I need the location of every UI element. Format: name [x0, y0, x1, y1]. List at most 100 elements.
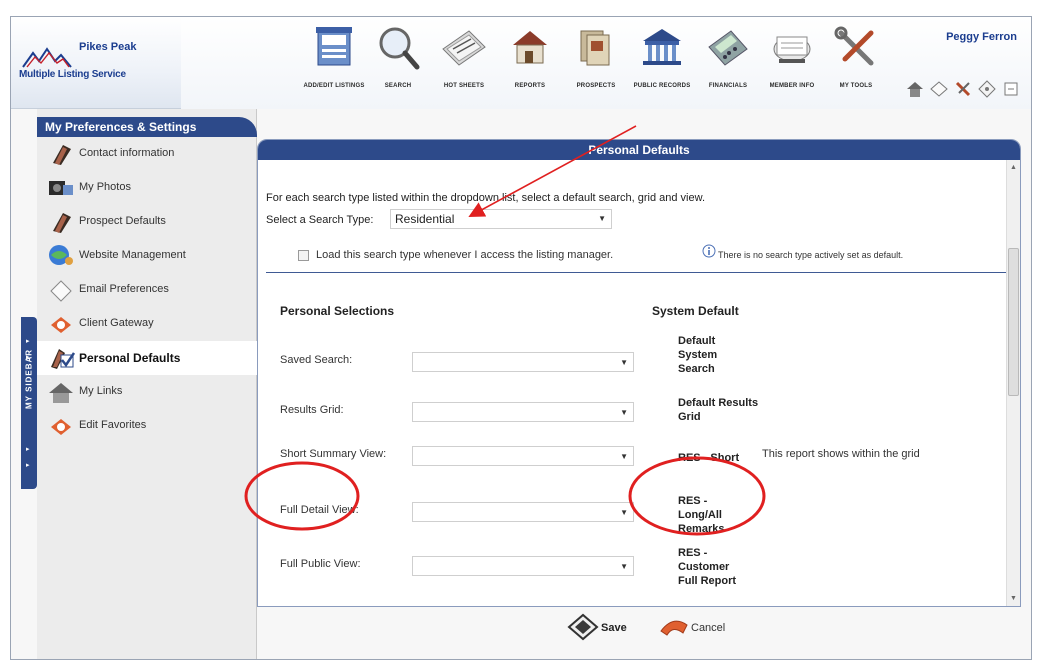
nav-reports[interactable]: REPORTS: [499, 23, 561, 105]
sidebar-item-client-gateway[interactable]: Client Gateway: [37, 307, 257, 341]
full-public-view-select[interactable]: ▼: [412, 556, 634, 576]
preferences-sidebar: My Preferences & Settings Contact inform…: [37, 109, 257, 659]
tools-icon: [834, 26, 874, 66]
cancel-button[interactable]: Cancel: [657, 613, 737, 641]
my-sidebar-toggle[interactable]: ▸ ▸ MY SIDEBAR ▸ ▸: [21, 317, 37, 489]
nav-label: ADD/EDIT LISTINGS: [303, 83, 365, 89]
logo-subtitle: Multiple Listing Service: [19, 69, 126, 80]
short-summary-view-label: Short Summary View:: [280, 448, 387, 460]
reports-house-icon: [513, 31, 547, 64]
top-header: Pikes Peak Multiple Listing Service Pegg…: [11, 17, 1031, 109]
user-name[interactable]: Peggy Ferron: [946, 31, 1017, 43]
load-search-type-checkbox[interactable]: [298, 250, 309, 261]
nav-public-records[interactable]: PUBLIC RECORDS: [631, 23, 693, 105]
book-icon: [53, 145, 71, 165]
sidebar-item-prospect-defaults[interactable]: Prospect Defaults: [37, 205, 257, 239]
search-type-select[interactable]: Residential ▼: [390, 209, 612, 229]
nav-financials[interactable]: FINANCIALS: [697, 23, 759, 105]
chevron-down-icon: ▼: [620, 452, 628, 461]
arrow-right-icon: ▸: [26, 446, 30, 453]
tag-icon[interactable]: [977, 79, 997, 99]
search-type-label: Select a Search Type:: [266, 214, 374, 226]
sidebar-item-label: Edit Favorites: [79, 419, 147, 431]
pikes-peak-logo[interactable]: Pikes Peak Multiple Listing Service: [17, 39, 177, 89]
nav-hot-sheets[interactable]: HOT SHEETS: [433, 23, 495, 105]
gateway-icon: [51, 317, 71, 333]
prospects-icon: [580, 30, 610, 66]
save-disk-icon: [567, 613, 599, 641]
sidebar-item-personal-defaults[interactable]: Personal Defaults: [37, 341, 257, 375]
nav-label: MEMBER INFO: [769, 83, 815, 89]
magnifier-icon: [379, 27, 420, 70]
nav-label: PUBLIC RECORDS: [633, 83, 691, 89]
sidebar-item-label: Website Management: [79, 249, 186, 261]
nav-prospects[interactable]: PROSPECTS: [565, 23, 627, 105]
main-nav: Peggy Ferron ADD/EDIT LISTINGS SEARCH HO…: [181, 17, 1031, 109]
chevron-down-icon: ▼: [598, 214, 606, 223]
divider: [266, 272, 1006, 273]
full-public-view-default: RES - Customer Full Report: [678, 547, 737, 587]
sidebar-item-my-photos[interactable]: My Photos: [37, 171, 257, 205]
sidebar-item-my-links[interactable]: My Links: [37, 375, 257, 409]
info-text: There is no search type actively set as …: [718, 250, 904, 260]
quick-icons: [905, 79, 1025, 101]
globe-people-icon: [49, 245, 73, 265]
book-icon: [53, 213, 71, 233]
personal-selections-heading: Personal Selections: [280, 304, 395, 318]
load-search-type-label: Load this search type whenever I access …: [316, 249, 614, 261]
chevron-down-icon: ▼: [620, 358, 628, 367]
nav-my-tools[interactable]: MY TOOLS: [825, 23, 887, 105]
mountain-logo-icon: [22, 47, 72, 68]
cancel-arrow-icon: [660, 620, 688, 636]
envelope-icon[interactable]: [929, 79, 949, 99]
sidebar-item-email-preferences[interactable]: Email Preferences: [37, 273, 257, 307]
tools-mini-icon[interactable]: [953, 79, 973, 99]
full-detail-view-select[interactable]: ▼: [412, 502, 634, 522]
sidebar-item-edit-favorites[interactable]: Edit Favorites: [37, 409, 257, 443]
intro-text: For each search type listed within the d…: [266, 192, 706, 204]
results-grid-default: Default Results Grid: [678, 397, 759, 423]
nav-add-edit-listings[interactable]: ADD/EDIT LISTINGS: [303, 23, 365, 105]
nav-search[interactable]: SEARCH: [367, 23, 429, 105]
cancel-label: Cancel: [691, 622, 726, 634]
sidebar-item-website-management[interactable]: Website Management: [37, 239, 257, 273]
sidebar-item-label: Email Preferences: [79, 283, 169, 295]
scroll-thumb[interactable]: [1008, 248, 1019, 396]
chevron-down-icon: ▼: [620, 408, 628, 417]
app-window: Pikes Peak Multiple Listing Service Pegg…: [10, 16, 1032, 660]
results-grid-select[interactable]: ▼: [412, 402, 634, 422]
saved-search-label: Saved Search:: [280, 354, 353, 366]
home-icon[interactable]: [905, 79, 925, 99]
short-summary-view-select[interactable]: ▼: [412, 446, 634, 466]
envelope-icon: [50, 280, 72, 302]
save-label: Save: [601, 622, 627, 634]
sidebar-item-contact-information[interactable]: Contact information: [37, 137, 257, 171]
nav-member-info[interactable]: MEMBER INFO: [761, 23, 823, 105]
save-button[interactable]: Save: [567, 613, 637, 641]
panel-scrollbar[interactable]: ▲ ▼: [1006, 160, 1020, 606]
sidebar-item-label: Prospect Defaults: [79, 215, 166, 227]
saved-search-select[interactable]: ▼: [412, 352, 634, 372]
minimize-icon[interactable]: [1001, 79, 1021, 99]
chevron-down-icon: ▼: [620, 508, 628, 517]
add-edit-listings-icon: [316, 27, 352, 66]
short-summary-view-default: RES - Short: [678, 452, 740, 464]
system-default-heading: System Default: [652, 304, 739, 318]
scroll-up-icon[interactable]: ▲: [1010, 164, 1017, 171]
chevron-down-icon: ▼: [620, 562, 628, 571]
sidebar-item-label: Client Gateway: [79, 317, 154, 329]
search-type-value: Residential: [395, 212, 455, 226]
nav-label: HOT SHEETS: [443, 83, 485, 89]
sidebar-item-label: Personal Defaults: [79, 351, 181, 365]
nav-label: PROSPECTS: [576, 83, 616, 89]
saved-search-default: Default System Search: [678, 335, 718, 375]
panel-title: Personal Defaults: [258, 140, 1020, 160]
public-records-building-icon: [643, 29, 681, 65]
house-link-icon: [49, 383, 73, 403]
calculator-icon: [708, 30, 748, 66]
camera-icon: [49, 181, 73, 195]
sidebar-tab-label: MY SIDEBAR: [24, 348, 34, 409]
sidebar-item-label: Contact information: [79, 147, 175, 159]
logo-title: Pikes Peak: [79, 41, 137, 53]
scroll-down-icon[interactable]: ▼: [1010, 595, 1017, 602]
